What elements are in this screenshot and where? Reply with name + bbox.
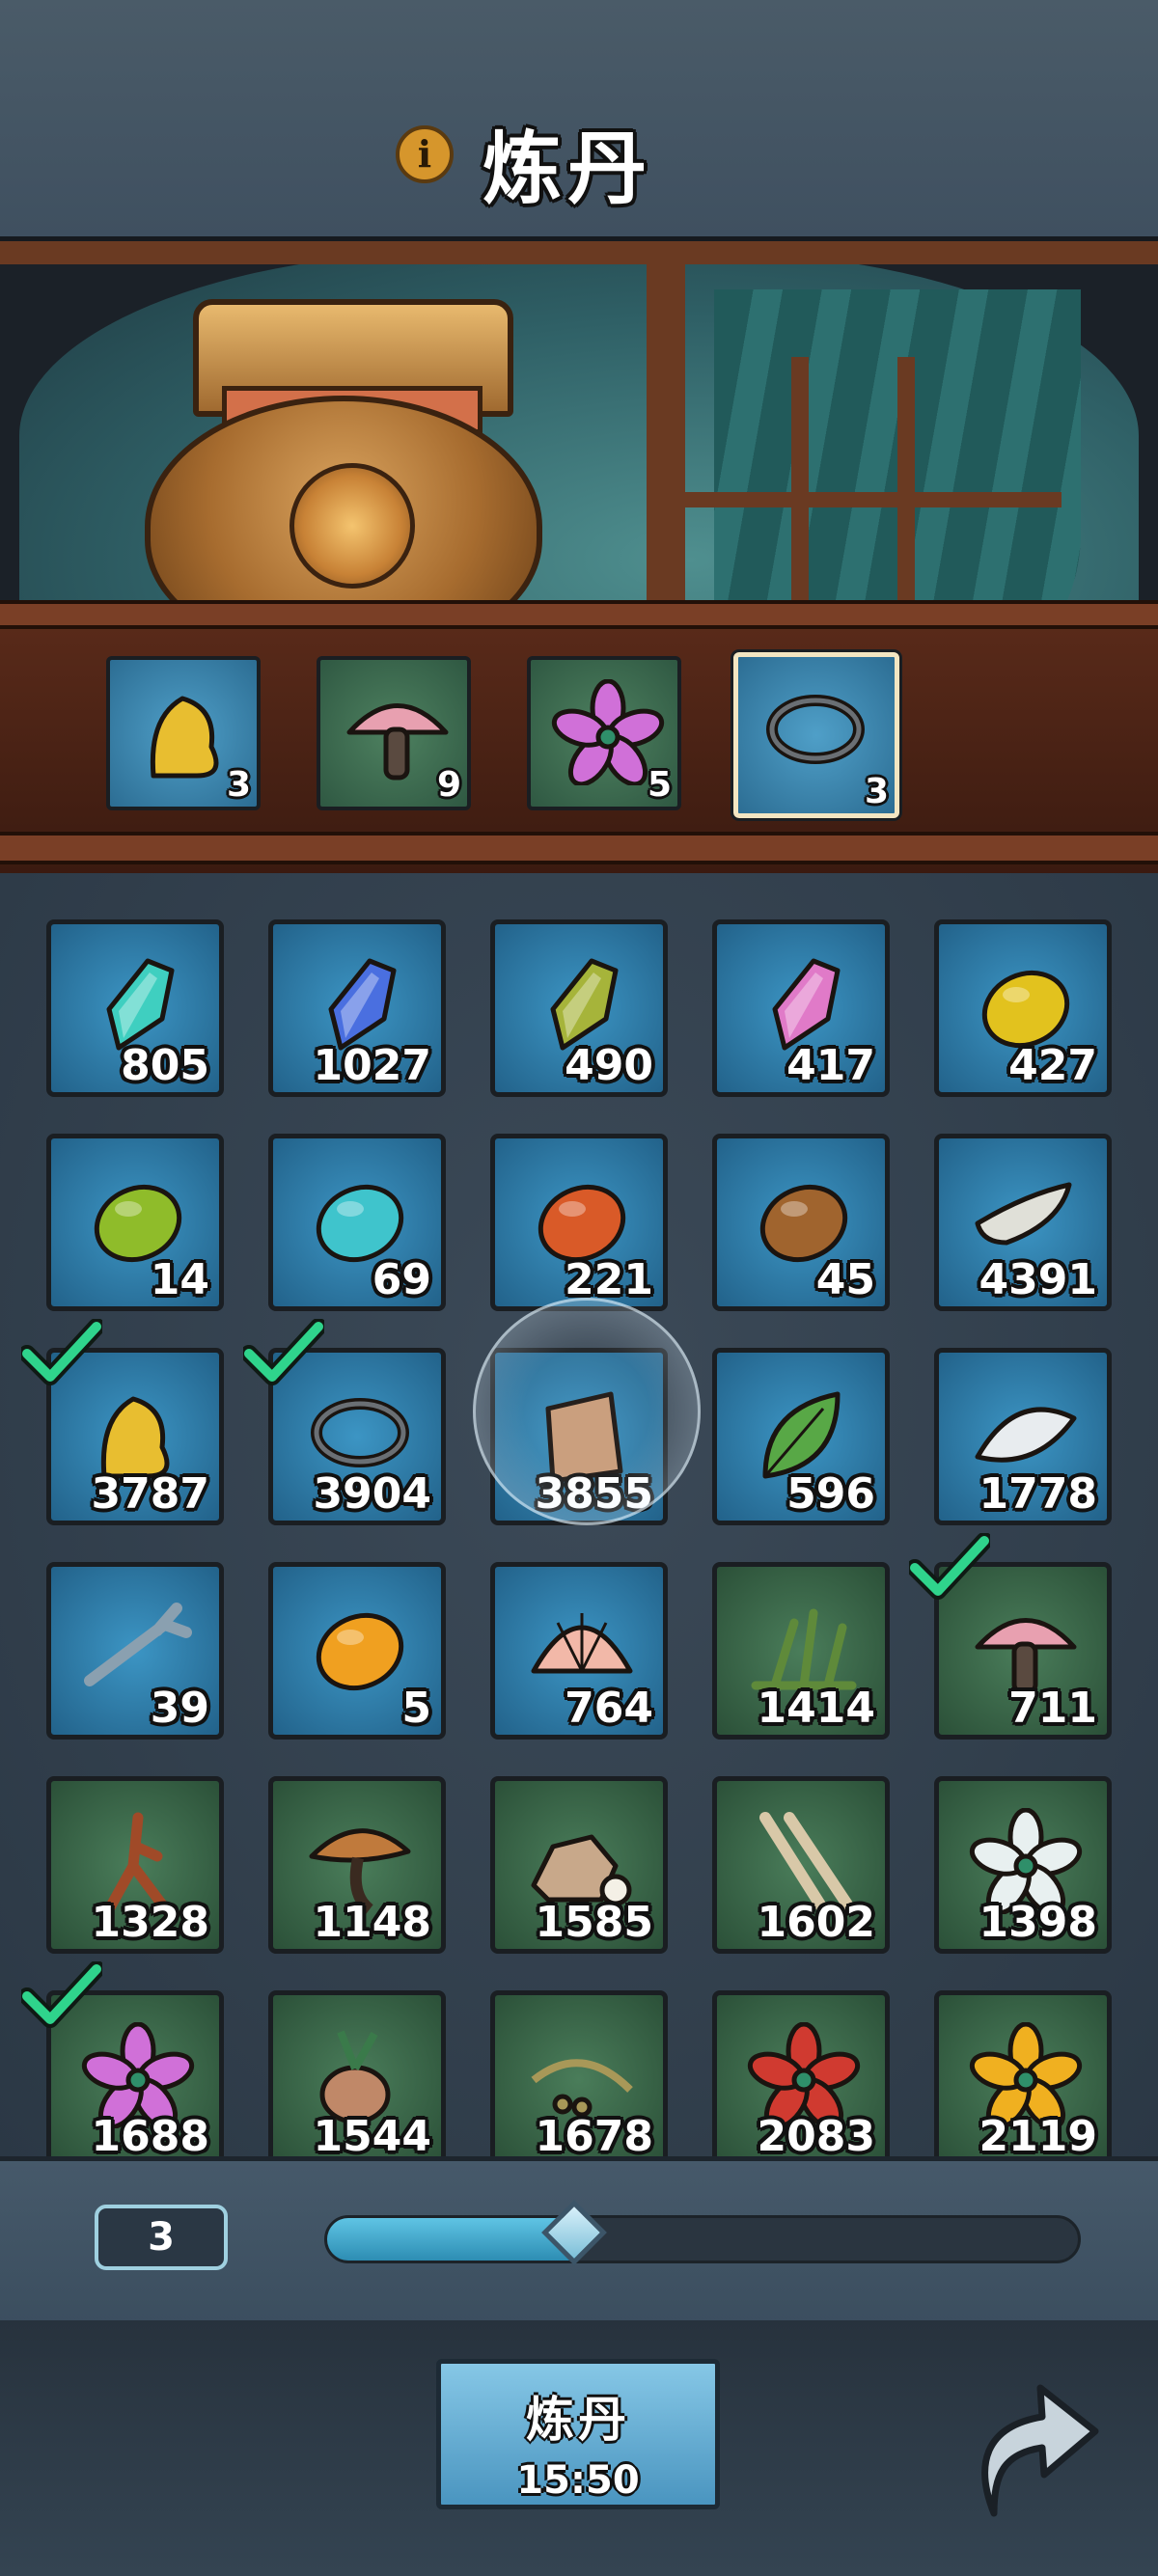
ingredient-cell-rock-pearl[interactable]: 1585 xyxy=(490,1776,668,1954)
brew-button-label: 炼丹 xyxy=(526,2392,630,2448)
selected-check-icon xyxy=(906,1532,993,1601)
ingredient-count: 14 xyxy=(150,1255,209,1304)
ingredient-cell-pink-crystal[interactable]: 417 xyxy=(712,919,890,1097)
quantity-panel: 3 xyxy=(0,2156,1158,2330)
furnace-slot-count: 5 xyxy=(647,765,672,805)
ingredient-cell-green-stone[interactable]: 14 xyxy=(46,1134,224,1311)
ingredient-cell-green-herb[interactable]: 1414 xyxy=(712,1562,890,1740)
selected-check-icon xyxy=(18,1318,105,1386)
ingredient-count: 1148 xyxy=(313,1898,431,1947)
ingredient-cell-white-horn[interactable]: 4391 xyxy=(934,1134,1112,1311)
ingredient-count: 5 xyxy=(401,1684,431,1733)
ingredient-cell-brown-stone[interactable]: 45 xyxy=(712,1134,890,1311)
furnace-slot-coiled-rope[interactable]: 3 xyxy=(733,652,899,818)
ingredient-count: 1585 xyxy=(535,1898,653,1947)
ingredient-count: 490 xyxy=(565,1041,653,1090)
ingredient-cell-amber-gem[interactable]: 5 xyxy=(268,1562,446,1740)
selected-check-icon xyxy=(18,1960,105,2029)
quantity-slider-track[interactable] xyxy=(324,2215,1081,2263)
ingredient-cell-teal-crystal[interactable]: 805 xyxy=(46,919,224,1097)
selection-bubble-effect xyxy=(473,1298,701,1525)
ingredient-cell-olive-crystal[interactable]: 490 xyxy=(490,919,668,1097)
quantity-value[interactable]: 3 xyxy=(95,2205,228,2270)
ingredient-count: 1414 xyxy=(757,1684,875,1733)
ingredient-count: 596 xyxy=(786,1469,875,1519)
brew-timer: 15:50 xyxy=(516,2458,640,2503)
ingredient-cell-dry-twigs[interactable]: 1602 xyxy=(712,1776,890,1954)
ingredient-cell-vine-seeds[interactable]: 1678 xyxy=(490,1990,668,2156)
ingredient-count: 417 xyxy=(786,1041,875,1090)
footer-bar: 炼丹 15:50 xyxy=(0,2320,1158,2576)
furnace-slot-count: 9 xyxy=(436,765,461,805)
ingredient-cell-yellow-stone[interactable]: 427 xyxy=(934,919,1112,1097)
ingredient-count: 69 xyxy=(372,1255,431,1304)
header-bar: i 炼丹 xyxy=(0,0,1158,236)
ingredient-count: 764 xyxy=(565,1684,653,1733)
page-title: 炼丹 xyxy=(482,123,653,215)
alchemy-scene: 3 9 5 3 xyxy=(0,236,1158,878)
furnace-slot-count: 3 xyxy=(226,765,251,805)
ingredient-cell-white-lotus[interactable]: 1398 xyxy=(934,1776,1112,1954)
ingredient-count: 711 xyxy=(1008,1684,1097,1733)
ingredient-count: 3787 xyxy=(91,1469,209,1519)
slider-fill xyxy=(327,2218,577,2261)
ingredient-count: 427 xyxy=(1008,1041,1097,1090)
amber-gem-icon xyxy=(316,1612,404,1691)
ingredient-cell-taro-bulb[interactable]: 1544 xyxy=(268,1990,446,2156)
coiled-rope-icon xyxy=(766,695,865,764)
ingredient-count: 1678 xyxy=(535,2112,653,2156)
ingredient-cell-golden-flower[interactable]: 2119 xyxy=(934,1990,1112,2156)
ingredient-count: 1328 xyxy=(91,1898,209,1947)
furnace-slot-pink-mushroom[interactable]: 9 xyxy=(317,656,471,810)
furnace-slot-count: 3 xyxy=(864,772,889,811)
ingredient-cell-ginseng-root[interactable]: 1328 xyxy=(46,1776,224,1954)
ingredient-cell-bone-branch[interactable]: 39 xyxy=(46,1562,224,1740)
ingredient-count: 4391 xyxy=(979,1255,1097,1304)
ingredient-cell-lingzhi-mushroom[interactable]: 1148 xyxy=(268,1776,446,1954)
cauldron-emblem xyxy=(290,463,415,589)
ingredient-cell-orange-stone[interactable]: 221 xyxy=(490,1134,668,1311)
ingredient-cell-seashell[interactable]: 764 xyxy=(490,1562,668,1740)
furnace-slot-yellow-resin[interactable]: 3 xyxy=(106,656,261,810)
ingredient-cell-cyan-stone[interactable]: 69 xyxy=(268,1134,446,1311)
info-icon[interactable]: i xyxy=(396,125,454,183)
ingredient-count: 1602 xyxy=(757,1898,875,1947)
furnace-slot-purple-flower[interactable]: 5 xyxy=(527,656,681,810)
ingredient-cell-white-feather[interactable]: 1778 xyxy=(934,1348,1112,1525)
ingredient-count: 2083 xyxy=(757,2112,875,2156)
ingredient-count: 39 xyxy=(150,1684,209,1733)
ingredient-count: 805 xyxy=(121,1041,209,1090)
return-arrow-icon[interactable] xyxy=(965,2378,1100,2523)
ingredient-count: 1778 xyxy=(979,1469,1097,1519)
ingredient-count: 2119 xyxy=(979,2112,1097,2156)
ingredient-cell-blue-crystal[interactable]: 1027 xyxy=(268,919,446,1097)
brew-button[interactable]: 炼丹 15:50 xyxy=(436,2359,720,2509)
ingredient-count: 45 xyxy=(815,1255,875,1304)
ingredient-cell-green-leaf[interactable]: 596 xyxy=(712,1348,890,1525)
ingredient-count: 3904 xyxy=(313,1469,431,1519)
ingredient-cell-red-lily[interactable]: 2083 xyxy=(712,1990,890,2156)
ingredient-grid[interactable]: 805 1027 490 417 427 14 69 221 45 4391 3… xyxy=(0,873,1158,2156)
ingredient-count: 1688 xyxy=(91,2112,209,2156)
ingredient-count: 1398 xyxy=(979,1898,1097,1947)
selected-check-icon xyxy=(240,1318,327,1386)
ingredient-count: 1027 xyxy=(313,1041,431,1090)
ingredient-count: 1544 xyxy=(313,2112,431,2156)
